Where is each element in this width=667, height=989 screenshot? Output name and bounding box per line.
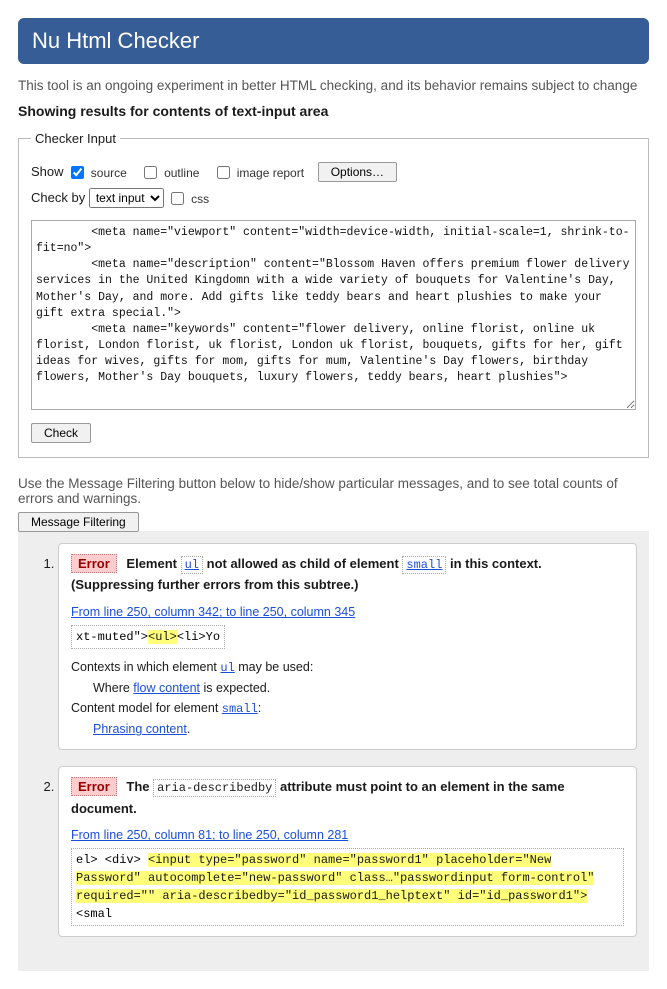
code-aria-describedby: aria-describedby — [153, 779, 276, 797]
location-link[interactable]: From line 250, column 342; to line 250, … — [71, 605, 355, 619]
message-text: Error Element ul not allowed as child of… — [71, 554, 624, 596]
css-checkbox-label: css — [191, 192, 209, 206]
options-button[interactable]: Options… — [318, 162, 397, 182]
error-tag: Error — [71, 554, 117, 573]
outline-checkbox[interactable] — [144, 166, 157, 179]
message-card: Error The aria-describedby attribute mus… — [58, 766, 637, 937]
message-filtering-button[interactable]: Message Filtering — [18, 512, 139, 532]
message-location: From line 250, column 81; to line 250, c… — [71, 827, 624, 842]
message-location: From line 250, column 342; to line 250, … — [71, 604, 624, 619]
app-title: Nu Html Checker — [32, 28, 635, 54]
css-checkbox[interactable] — [171, 192, 184, 205]
show-label: Show — [31, 164, 64, 179]
image-report-checkbox-label: image report — [237, 166, 304, 180]
checker-input-fieldset: Checker Input Show source outline image … — [18, 131, 649, 458]
phrasing-content-link[interactable]: Phrasing content — [93, 722, 187, 736]
message-item: Error Element ul not allowed as child of… — [58, 543, 637, 750]
message-text: Error The aria-describedby attribute mus… — [71, 777, 624, 819]
message-extract: xt-muted"><ul><li>Yo — [71, 625, 225, 649]
check-button[interactable]: Check — [31, 423, 91, 443]
results-panel: Error Element ul not allowed as child of… — [18, 531, 649, 971]
source-checkbox-label: source — [91, 166, 127, 180]
filter-note: Use the Message Filtering button below t… — [18, 476, 649, 506]
source-textarea[interactable] — [31, 220, 636, 410]
outline-checkbox-label: outline — [164, 166, 199, 180]
message-item: Error The aria-describedby attribute mus… — [58, 766, 637, 937]
error-tag: Error — [71, 777, 117, 796]
checker-input-legend: Checker Input — [31, 131, 120, 146]
show-row: Show source outline image report Options… — [31, 162, 636, 182]
code-small: small — [402, 556, 446, 574]
results-for-heading: Showing results for contents of text-inp… — [18, 103, 649, 119]
source-checkbox[interactable] — [71, 166, 84, 179]
image-report-checkbox[interactable] — [217, 166, 230, 179]
flow-content-link[interactable]: flow content — [133, 681, 200, 695]
message-card: Error Element ul not allowed as child of… — [58, 543, 637, 750]
location-link[interactable]: From line 250, column 81; to line 250, c… — [71, 828, 348, 842]
message-extract: el> <div> <input type="password" name="p… — [71, 848, 624, 926]
checkby-select[interactable]: text input — [89, 188, 164, 208]
messages-list: Error Element ul not allowed as child of… — [30, 543, 637, 937]
checkby-row: Check by text input css — [31, 188, 636, 208]
code-ul: ul — [181, 556, 203, 574]
tool-subnote: This tool is an ongoing experiment in be… — [18, 78, 649, 93]
message-details: Contexts in which element ul may be used… — [71, 657, 624, 739]
checkby-label: Check by — [31, 190, 85, 205]
app-banner: Nu Html Checker — [18, 18, 649, 64]
